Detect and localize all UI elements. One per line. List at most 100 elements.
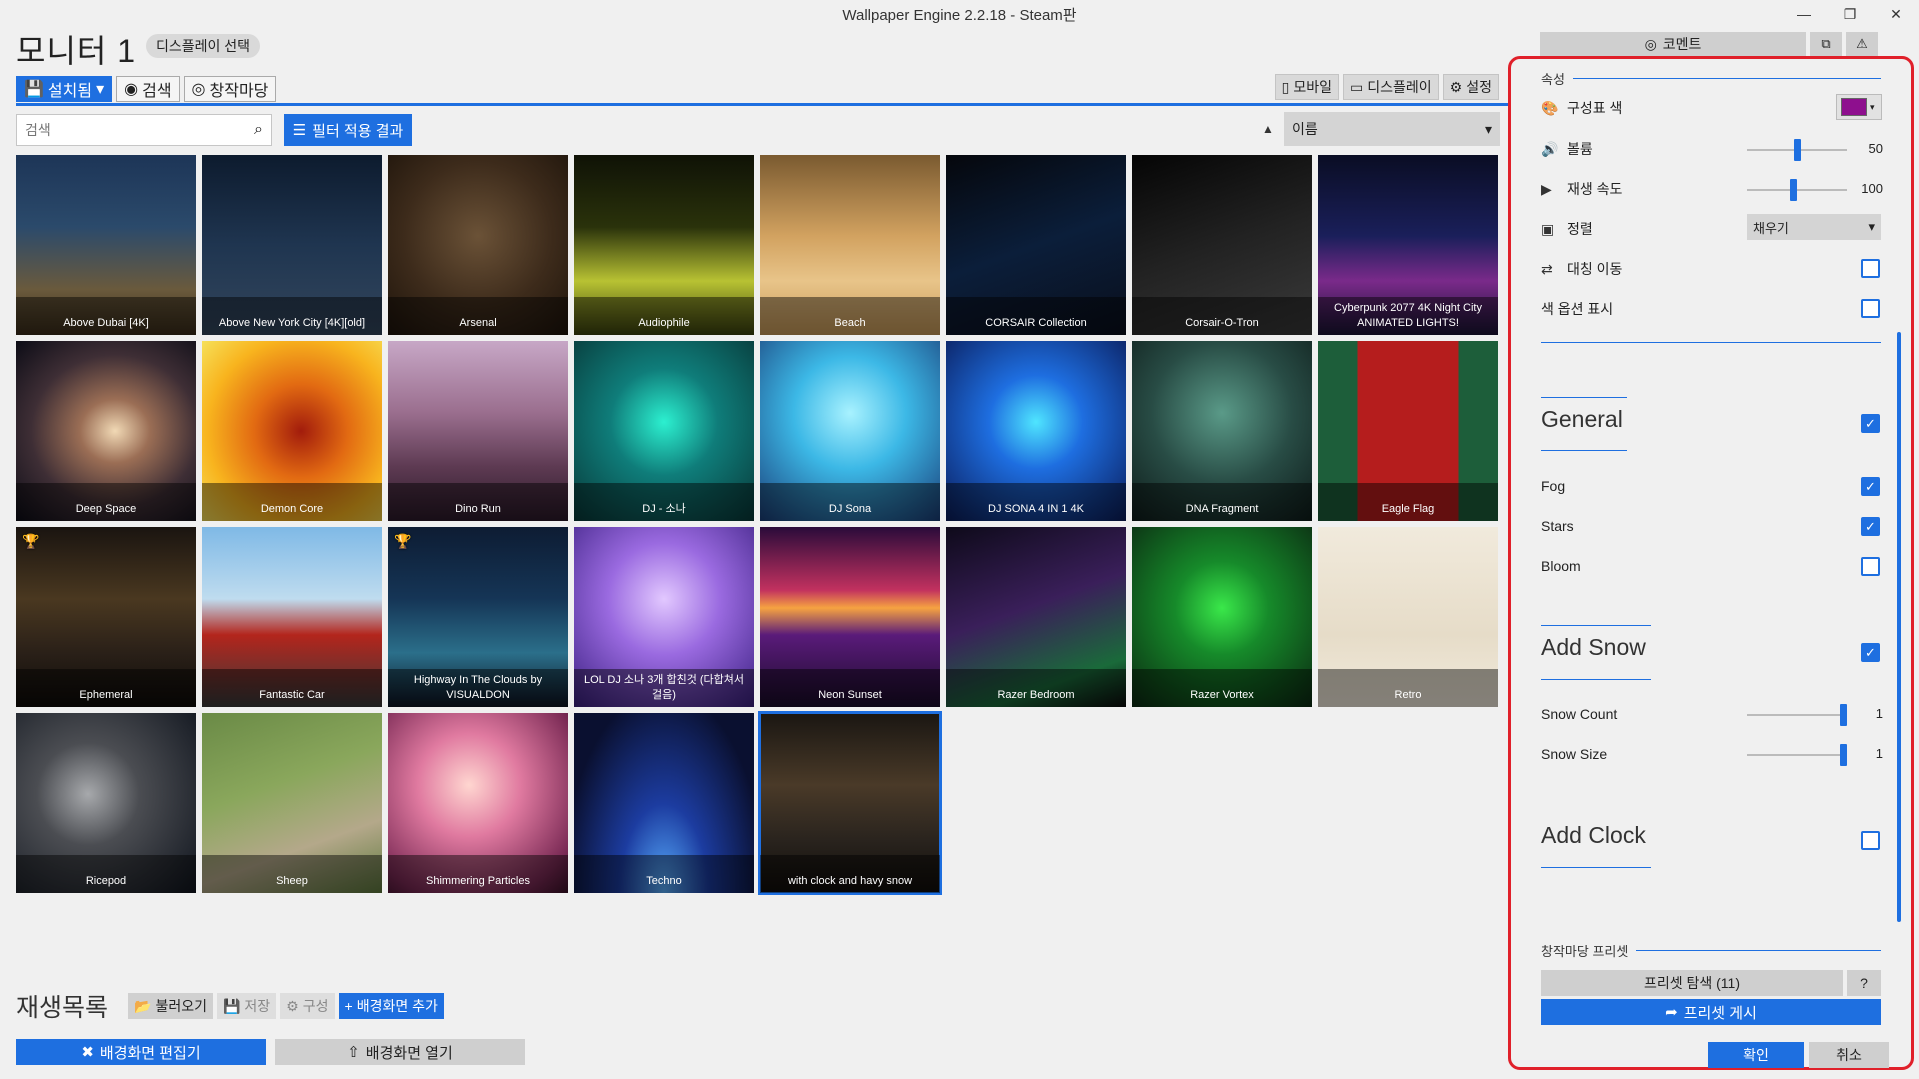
divider — [1541, 450, 1627, 451]
wallpaper-tile[interactable]: Deep Space — [16, 341, 196, 521]
add-wallpaper-button[interactable]: + 배경화면 추가 — [338, 993, 444, 1019]
stars-checkbox[interactable]: ✓ — [1861, 517, 1880, 536]
display-button[interactable]: ▭ 디스플레이 — [1343, 74, 1439, 100]
wallpaper-tile[interactable]: DNA Fragment — [1132, 341, 1312, 521]
wallpaper-tile[interactable]: 🏆 Ephemeral — [16, 527, 196, 707]
save-playlist-button[interactable]: 💾 저장 — [216, 993, 277, 1019]
wallpaper-title: Fantastic Car — [202, 669, 382, 707]
scheme-color-picker[interactable]: ▾ — [1836, 94, 1882, 120]
slider-knob[interactable] — [1790, 179, 1797, 201]
divider — [1541, 342, 1881, 343]
presets-help-button[interactable]: ? — [1847, 970, 1881, 996]
trophy-icon: 🏆 — [394, 533, 412, 549]
wallpaper-tile[interactable]: Techno — [574, 713, 754, 893]
wallpaper-tile[interactable]: Ricepod — [16, 713, 196, 893]
wallpaper-tile[interactable]: Eagle Flag — [1318, 341, 1498, 521]
slider-knob[interactable] — [1794, 139, 1801, 161]
mirror-checkbox[interactable] — [1861, 259, 1880, 278]
wallpaper-tile[interactable]: DJ - 소나 — [574, 341, 754, 521]
comment-button[interactable]: ◎ 코멘트 — [1540, 32, 1806, 56]
wallpaper-title: Above New York City [4K][old] — [202, 297, 382, 335]
configure-playlist-button[interactable]: ⚙ 구성 — [280, 993, 335, 1019]
snow-count-slider[interactable] — [1747, 704, 1847, 726]
wallpaper-tile[interactable]: Dino Run — [388, 341, 568, 521]
tab-underline — [16, 103, 1510, 106]
tab-installed[interactable]: 💾 설치됨 ▾ — [16, 76, 113, 102]
minimize-button[interactable]: — — [1781, 0, 1827, 28]
mobile-button[interactable]: ▯ 모바일 — [1274, 74, 1340, 100]
publish-preset-button[interactable]: ➦ 프리셋 게시 — [1541, 999, 1881, 1025]
wallpaper-tile[interactable]: Corsair-O-Tron — [1132, 155, 1312, 335]
divider — [1541, 679, 1651, 680]
panel-scrollbar[interactable] — [1897, 332, 1901, 922]
volume-slider[interactable] — [1747, 139, 1847, 161]
tab-discover[interactable]: ◉ 검색 — [116, 76, 180, 102]
settings-button[interactable]: ⚙ 설정 — [1442, 74, 1499, 100]
bloom-checkbox[interactable] — [1861, 557, 1880, 576]
wallpaper-tile[interactable]: CORSAIR Collection — [946, 155, 1126, 335]
wallpaper-title: Razer Bedroom — [946, 669, 1126, 707]
wallpaper-tile[interactable]: LOL DJ 소나 3개 합친것 (다합쳐서 걸음) — [574, 527, 754, 707]
wallpaper-tile[interactable]: Fantastic Car — [202, 527, 382, 707]
button-label: 저장 — [244, 998, 271, 1014]
section-label: 속성 — [1541, 72, 1565, 87]
wallpaper-tile[interactable]: Audiophile — [574, 155, 754, 335]
wallpaper-tile[interactable]: Above Dubai [4K] — [16, 155, 196, 335]
wallpaper-title: with clock and havy snow — [760, 855, 940, 893]
wallpaper-title: Retro — [1318, 669, 1498, 707]
cancel-button[interactable]: 취소 — [1809, 1042, 1889, 1068]
chevron-down-icon: ▾ — [1868, 219, 1875, 234]
wallpaper-tile[interactable]: Razer Vortex — [1132, 527, 1312, 707]
wallpaper-editor-button[interactable]: ✖ 배경화면 편집기 — [16, 1039, 266, 1065]
stars-row: Stars — [1541, 514, 1881, 538]
fog-checkbox[interactable]: ✓ — [1861, 477, 1880, 496]
snow-size-slider[interactable] — [1747, 744, 1847, 766]
wallpaper-tile[interactable]: 🏆 Highway In The Clouds by VISUALDON — [388, 527, 568, 707]
open-wallpaper-button[interactable]: ⇧ 배경화면 열기 — [275, 1039, 525, 1065]
panel-top-buttons: ◎ 코멘트 ⧉ ⚠ — [1540, 32, 1878, 56]
wallpaper-title: Above Dubai [4K] — [16, 297, 196, 335]
sort-select[interactable]: 이름 ▾ — [1284, 112, 1500, 146]
playback-speed-slider[interactable] — [1747, 179, 1847, 201]
search-box: ⌕ — [16, 114, 272, 146]
wallpaper-tile[interactable]: Neon Sunset — [760, 527, 940, 707]
filter-button[interactable]: ☰ 필터 적용 결과 — [284, 114, 412, 146]
add-snow-checkbox[interactable]: ✓ — [1861, 643, 1880, 662]
slider-knob[interactable] — [1840, 704, 1847, 726]
ok-button[interactable]: 확인 — [1708, 1042, 1804, 1068]
wallpaper-tile[interactable]: DJ SONA 4 IN 1 4K — [946, 341, 1126, 521]
close-button[interactable]: ✕ — [1873, 0, 1919, 28]
add-clock-checkbox[interactable] — [1861, 831, 1880, 850]
sort-direction-icon[interactable]: ▲ — [1262, 122, 1274, 136]
scheme-color-label: 구성표 색 — [1567, 100, 1623, 116]
search-icon[interactable]: ⌕ — [254, 121, 263, 139]
wallpaper-tile[interactable]: Demon Core — [202, 341, 382, 521]
wallpaper-tile[interactable]: Shimmering Particles — [388, 713, 568, 893]
steam-icon: ◎ — [191, 81, 206, 98]
alignment-value: 채우기 — [1753, 220, 1789, 236]
tab-workshop[interactable]: ◎ 창작마당 — [183, 76, 277, 102]
wallpaper-tile[interactable]: Razer Bedroom — [946, 527, 1126, 707]
browse-presets-button[interactable]: 프리셋 탐색 (11) — [1541, 970, 1843, 996]
search-input[interactable] — [25, 122, 255, 138]
display-select-button[interactable]: 디스플레이 선택 — [146, 34, 261, 58]
mirror-row: ⇄ 대칭 이동 — [1541, 257, 1881, 281]
wallpaper-tile[interactable]: Above New York City [4K][old] — [202, 155, 382, 335]
scheme-color-row: 🎨 구성표 색 — [1541, 96, 1881, 120]
show-color-options-checkbox[interactable] — [1861, 299, 1880, 318]
warning-icon[interactable]: ⚠ — [1846, 32, 1878, 56]
wallpaper-tile[interactable]: Arsenal — [388, 155, 568, 335]
wallpaper-tile[interactable]: with clock and havy snow — [758, 711, 942, 895]
general-checkbox[interactable]: ✓ — [1861, 414, 1880, 433]
slider-knob[interactable] — [1840, 744, 1847, 766]
wallpaper-tile[interactable]: Beach — [760, 155, 940, 335]
wallpaper-tile[interactable]: Sheep — [202, 713, 382, 893]
wallpaper-tile[interactable]: DJ Sona — [760, 341, 940, 521]
wallpaper-tile[interactable]: Retro — [1318, 527, 1498, 707]
wallpaper-tile[interactable]: Cyberpunk 2077 4K Night City ANIMATED LI… — [1318, 155, 1498, 335]
restore-button[interactable]: ❐ — [1827, 0, 1873, 28]
alignment-select[interactable]: 채우기 ▾ — [1747, 214, 1881, 240]
load-playlist-button[interactable]: 📂 불러오기 — [128, 993, 213, 1019]
copy-icon[interactable]: ⧉ — [1810, 32, 1842, 56]
button-label: 배경화면 열기 — [365, 1044, 453, 1062]
